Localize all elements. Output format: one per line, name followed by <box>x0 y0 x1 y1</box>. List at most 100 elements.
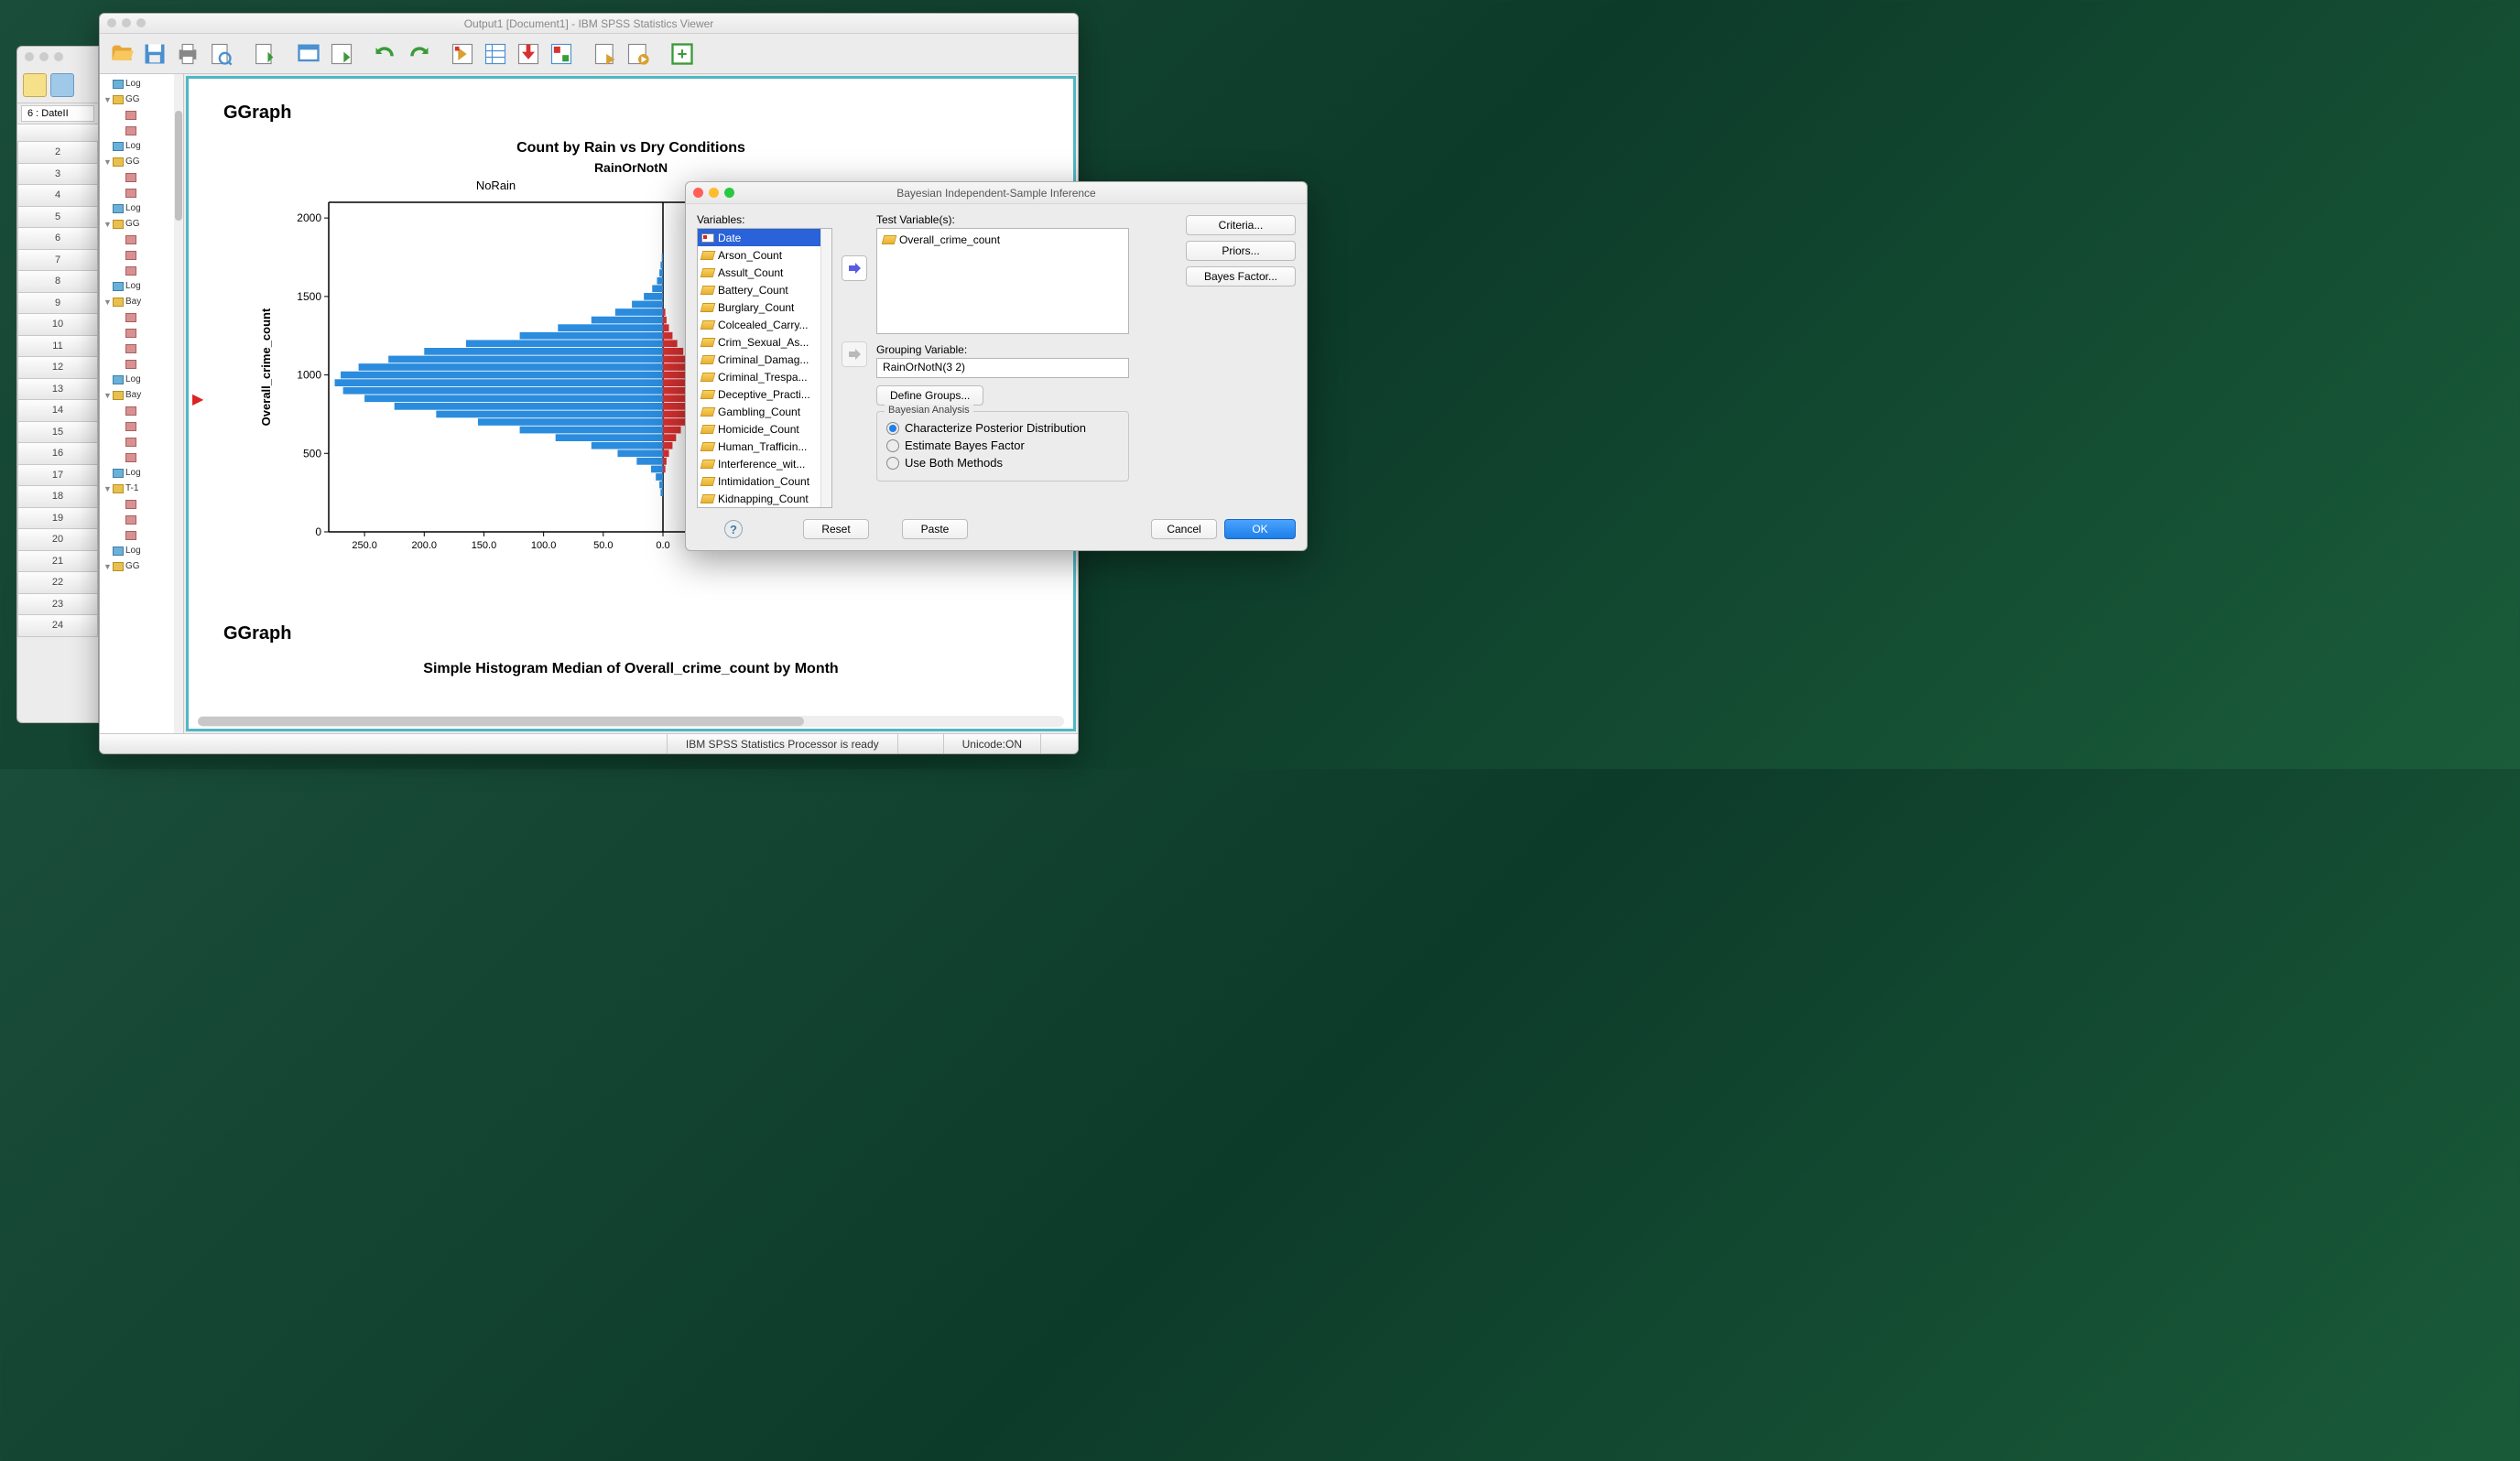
outline-item[interactable] <box>100 356 183 372</box>
min-dot[interactable] <box>39 52 49 61</box>
outline-item[interactable] <box>100 309 183 325</box>
row-header[interactable]: 5 <box>17 207 98 229</box>
row-header[interactable]: 22 <box>17 572 98 594</box>
variable-item[interactable]: Crim_Sexual_As... <box>698 333 831 351</box>
row-header[interactable]: 8 <box>17 271 98 293</box>
cancel-button[interactable]: Cancel <box>1151 519 1217 539</box>
variable-item[interactable]: Battery_Count <box>698 281 831 298</box>
outline-item[interactable]: ▼GG <box>100 154 183 169</box>
listbox-scrollbar[interactable] <box>820 229 831 507</box>
goto-case-button[interactable] <box>448 39 477 69</box>
undo-button[interactable] <box>371 39 400 69</box>
grouping-variable-field[interactable]: RainOrNotN(3 2) <box>876 358 1129 378</box>
reset-button[interactable]: Reset <box>803 519 869 539</box>
ok-button[interactable]: OK <box>1224 519 1296 539</box>
horizontal-scrollbar[interactable] <box>198 716 1064 727</box>
outline-item[interactable]: Log <box>100 138 183 154</box>
open-button[interactable] <box>107 39 136 69</box>
redo-button[interactable] <box>404 39 433 69</box>
variables-button[interactable] <box>481 39 510 69</box>
variable-item[interactable]: Homicide_Count <box>698 420 831 438</box>
outline-item[interactable] <box>100 107 183 123</box>
variable-item[interactable]: Arson_Count <box>698 246 831 264</box>
outline-item[interactable]: Log <box>100 200 183 216</box>
radio-both[interactable]: Use Both Methods <box>886 456 1119 470</box>
row-header[interactable]: 23 <box>17 594 98 616</box>
variable-item[interactable]: Colcealed_Carry... <box>698 316 831 333</box>
outline-item[interactable]: ▼GG <box>100 92 183 107</box>
outline-item[interactable]: Log <box>100 278 183 294</box>
run-selection-button[interactable] <box>624 39 653 69</box>
designate-window-button[interactable]: + <box>668 39 697 69</box>
define-groups-button[interactable]: Define Groups... <box>876 385 983 406</box>
variable-item[interactable]: Criminal_Damag... <box>698 351 831 368</box>
row-header[interactable]: 13 <box>17 379 98 401</box>
zoom-button[interactable] <box>724 188 734 198</box>
minimize-button[interactable] <box>709 188 719 198</box>
select-button[interactable] <box>547 39 576 69</box>
outline-scrollbar[interactable] <box>174 74 183 733</box>
outline-item[interactable] <box>100 169 183 185</box>
variable-item[interactable]: Kidnapping_Count <box>698 490 831 507</box>
goto-data-button[interactable] <box>327 39 356 69</box>
scroll-thumb[interactable] <box>198 717 804 726</box>
row-header[interactable]: 9 <box>17 293 98 315</box>
row-header[interactable]: 19 <box>17 508 98 530</box>
min-dot[interactable] <box>122 18 131 27</box>
test-variable-item[interactable]: Overall_crime_count <box>879 231 1126 248</box>
outline-item[interactable] <box>100 527 183 543</box>
scroll-thumb[interactable] <box>175 111 182 221</box>
outline-item[interactable]: ▼Bay <box>100 294 183 309</box>
variable-item[interactable]: Date <box>698 229 831 246</box>
row-header[interactable]: 4 <box>17 185 98 207</box>
outline-pane[interactable]: Log▼GGLog▼GGLog▼GGLog▼BayLog▼BayLog▼T-1L… <box>100 74 184 733</box>
save-icon[interactable] <box>50 73 74 97</box>
radio-bayes-factor[interactable]: Estimate Bayes Factor <box>886 438 1119 452</box>
outline-item[interactable]: Log <box>100 543 183 558</box>
outline-item[interactable] <box>100 263 183 278</box>
variable-item[interactable]: Gambling_Count <box>698 403 831 420</box>
outline-item[interactable]: ▼T-1 <box>100 481 183 496</box>
outline-item[interactable] <box>100 325 183 341</box>
outline-item[interactable] <box>100 418 183 434</box>
close-button[interactable] <box>693 188 703 198</box>
variable-item[interactable]: Assult_Count <box>698 264 831 281</box>
paste-button[interactable]: Paste <box>902 519 968 539</box>
bayes-factor-button[interactable]: Bayes Factor... <box>1186 266 1296 287</box>
radio-posterior[interactable]: Characterize Posterior Distribution <box>886 421 1119 435</box>
criteria-button[interactable]: Criteria... <box>1186 215 1296 235</box>
test-variables-listbox[interactable]: Overall_crime_count <box>876 228 1129 334</box>
help-icon[interactable]: ? <box>724 520 743 538</box>
save-button[interactable] <box>140 39 169 69</box>
row-header[interactable]: 3 <box>17 164 98 186</box>
outline-item[interactable] <box>100 512 183 527</box>
outline-item[interactable]: ▼Bay <box>100 387 183 403</box>
max-dot[interactable] <box>136 18 146 27</box>
row-header[interactable]: 10 <box>17 314 98 336</box>
insert-button[interactable] <box>514 39 543 69</box>
variables-listbox[interactable]: DateArson_CountAssult_CountBattery_Count… <box>697 228 832 508</box>
variable-item[interactable]: Intimidation_Count <box>698 472 831 490</box>
row-header[interactable]: 14 <box>17 400 98 422</box>
move-to-grouping-button[interactable] <box>842 341 867 367</box>
outline-item[interactable] <box>100 434 183 449</box>
variable-item[interactable]: Burglary_Count <box>698 298 831 316</box>
row-header[interactable]: 21 <box>17 551 98 573</box>
row-header[interactable]: 18 <box>17 486 98 508</box>
row-header[interactable]: 6 <box>17 228 98 250</box>
priors-button[interactable]: Priors... <box>1186 241 1296 261</box>
outline-item[interactable] <box>100 123 183 138</box>
outline-item[interactable] <box>100 247 183 263</box>
variable-item[interactable]: Criminal_Trespa... <box>698 368 831 385</box>
print-button[interactable] <box>173 39 202 69</box>
row-header[interactable]: 15 <box>17 422 98 444</box>
preview-button[interactable] <box>206 39 235 69</box>
export-button[interactable] <box>250 39 279 69</box>
outline-item[interactable] <box>100 449 183 465</box>
dialog-recall-button[interactable] <box>294 39 323 69</box>
outline-item[interactable] <box>100 232 183 247</box>
outline-item[interactable]: Log <box>100 76 183 92</box>
variable-item[interactable]: Deceptive_Practi... <box>698 385 831 403</box>
open-icon[interactable] <box>23 73 47 97</box>
outline-item[interactable]: ▼GG <box>100 558 183 574</box>
